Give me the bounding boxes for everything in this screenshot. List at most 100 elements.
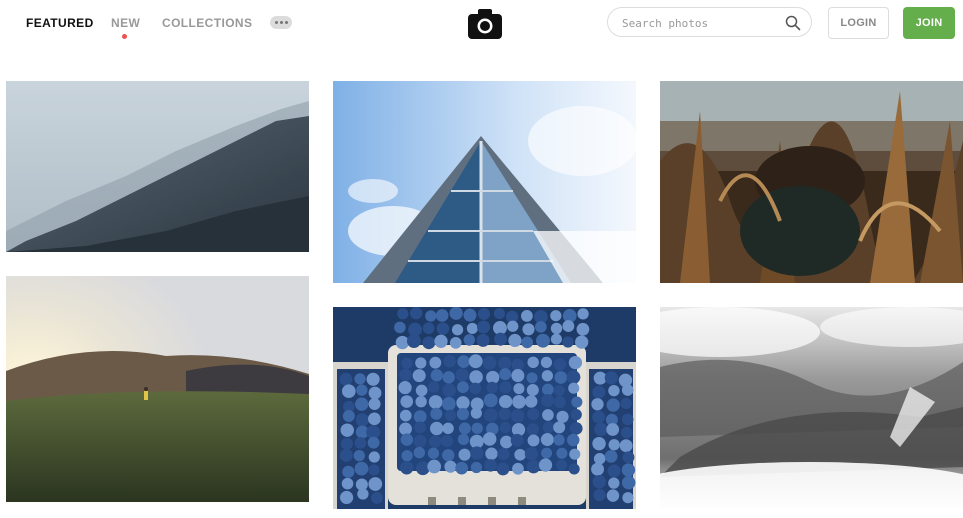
blueberry — [507, 320, 519, 332]
blueberry — [553, 396, 566, 409]
blueberry — [429, 421, 444, 436]
blueberry — [470, 446, 484, 460]
blueberry — [342, 465, 355, 478]
blueberry — [368, 412, 381, 426]
blueberry — [525, 395, 538, 408]
blueberry — [568, 463, 580, 475]
blueberry — [340, 437, 353, 450]
blueberry — [451, 324, 464, 336]
photo-card-blueberries[interactable] — [333, 307, 636, 509]
blueberry — [483, 408, 498, 423]
blueberry — [513, 383, 525, 395]
blueberry — [356, 384, 368, 396]
blueberry — [606, 423, 620, 436]
blueberry — [620, 397, 632, 410]
blueberry — [524, 447, 539, 461]
blueberry — [576, 322, 590, 336]
join-button[interactable]: JOIN — [903, 7, 955, 39]
blueberry — [400, 433, 414, 446]
blueberry — [458, 448, 471, 461]
blueberry — [510, 409, 525, 423]
blueberry — [429, 435, 442, 448]
blueberry — [449, 307, 463, 320]
blueberry — [354, 437, 367, 449]
blueberry — [562, 320, 575, 332]
blueberry — [534, 321, 547, 333]
blueberry — [368, 398, 381, 410]
blueberry — [477, 320, 491, 334]
blueberry — [493, 308, 506, 320]
blueberry — [339, 372, 353, 386]
camera-icon[interactable] — [468, 9, 502, 39]
photo-card-hillside-sunrise[interactable] — [6, 276, 309, 502]
blueberry — [541, 394, 555, 408]
blueberry — [468, 354, 483, 369]
login-button[interactable]: LOGIN — [828, 7, 889, 39]
photo-card-glass-building[interactable] — [333, 81, 636, 283]
blueberry — [476, 333, 490, 347]
nav-featured[interactable]: FEATURED — [26, 16, 94, 30]
blueberry — [406, 334, 421, 349]
blueberry — [569, 448, 581, 460]
blueberry — [566, 433, 580, 447]
blueberry — [550, 310, 562, 322]
blueberry — [592, 474, 607, 489]
blueberry — [569, 422, 583, 435]
blueberry — [536, 333, 550, 348]
blueberry — [440, 434, 454, 448]
blueberry — [593, 371, 607, 385]
photo-card-foggy-forest[interactable] — [6, 81, 309, 252]
blueberry — [339, 490, 354, 505]
blueberry — [401, 450, 413, 462]
search-icon[interactable] — [785, 15, 801, 31]
blueberry — [368, 386, 382, 400]
blueberry — [463, 334, 476, 346]
blueberry — [357, 488, 369, 500]
blueberry — [554, 371, 568, 384]
blueberry — [457, 355, 471, 368]
blueberry — [622, 451, 635, 464]
blueberry — [608, 439, 620, 451]
blueberry — [568, 382, 580, 394]
blueberry — [566, 370, 581, 385]
blueberry — [470, 461, 483, 474]
blueberry — [455, 368, 469, 382]
blueberry — [541, 383, 554, 396]
nav-new[interactable]: NEW — [111, 16, 140, 30]
blueberry — [442, 383, 456, 398]
blueberry — [494, 332, 508, 346]
blueberry — [540, 356, 553, 369]
blueberry — [497, 447, 510, 461]
blueberry — [512, 394, 526, 409]
blueberry — [470, 407, 482, 419]
blueberry — [458, 422, 471, 435]
blueberry — [550, 333, 562, 345]
blueberry — [550, 322, 563, 335]
blueberry — [436, 322, 450, 335]
blueberry — [562, 336, 574, 348]
nav-collections[interactable]: COLLECTIONS — [162, 16, 252, 30]
search-box[interactable] — [607, 7, 812, 37]
blueberry — [415, 396, 427, 408]
blueberry — [568, 355, 583, 370]
photo-card-corn-field[interactable] — [660, 81, 963, 283]
blueberry — [435, 309, 449, 322]
blueberry — [526, 459, 541, 474]
blueberry — [526, 372, 538, 384]
blueberry — [394, 321, 406, 334]
blueberry — [367, 436, 380, 449]
blueberry — [395, 335, 410, 350]
blueberry — [354, 461, 369, 476]
blueberry — [354, 373, 366, 385]
ellipsis-icon[interactable] — [270, 16, 292, 29]
blueberry — [510, 433, 524, 447]
blueberry — [592, 436, 606, 451]
blueberry — [427, 459, 442, 474]
new-indicator-dot — [122, 34, 127, 39]
blueberry — [399, 409, 412, 422]
photo-card-misty-forest[interactable] — [660, 307, 963, 509]
blueberry — [592, 410, 605, 424]
search-input[interactable] — [620, 14, 784, 32]
blueberry — [469, 370, 483, 384]
blueberry — [500, 435, 513, 449]
